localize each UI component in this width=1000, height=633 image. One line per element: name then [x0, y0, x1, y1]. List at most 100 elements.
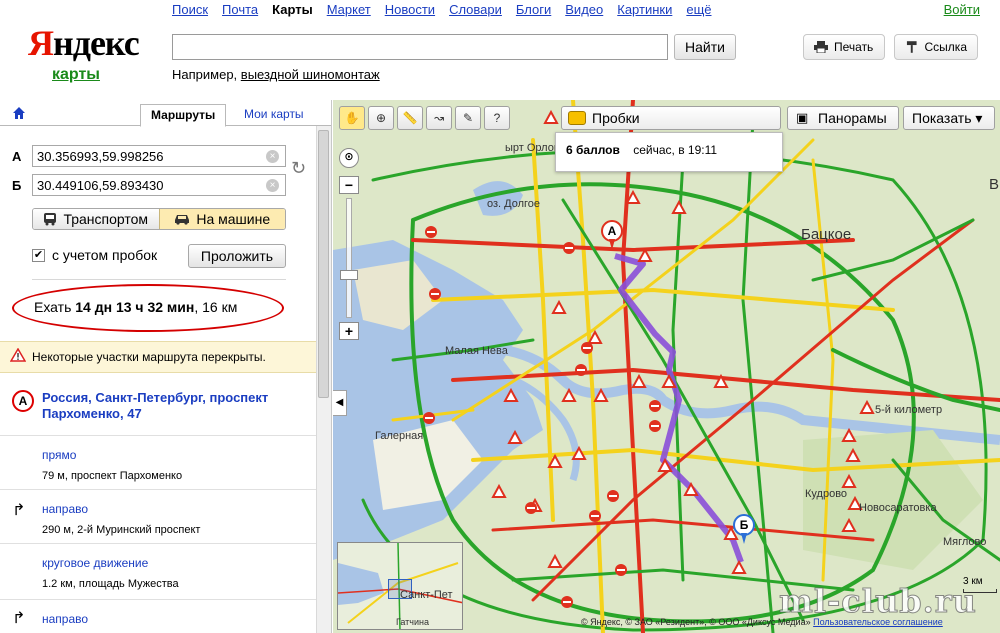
- pin-tail: [609, 239, 615, 250]
- swap-points-icon[interactable]: ↻: [291, 158, 306, 179]
- compass-icon[interactable]: ⊙: [339, 148, 359, 168]
- copyright-text: © Яндекс, © ЗАО «Резидент», © ООО «Диксу…: [581, 617, 811, 627]
- printer-icon: [814, 41, 828, 53]
- hand-tool-button[interactable]: ✋: [339, 106, 365, 130]
- tab-routes[interactable]: Маршруты: [140, 104, 227, 127]
- example-prefix: Например,: [172, 67, 241, 82]
- nav-link-8[interactable]: Картинки: [617, 2, 672, 17]
- step-distance: 79 м, проспект Пархоменко: [42, 470, 183, 482]
- closed-road-sign: [581, 342, 593, 354]
- step-direction[interactable]: круговое движение: [42, 556, 148, 570]
- list-item[interactable]: круговое движение 1.2 км, площадь Мужест…: [0, 544, 316, 600]
- sidebar-tabs: Маршруты Мои карты: [0, 100, 331, 127]
- example-link[interactable]: выездной шиномонтаж: [241, 67, 380, 82]
- tab-my-maps[interactable]: Мои карты: [234, 104, 314, 127]
- from-input[interactable]: [32, 145, 286, 167]
- zoom-control: ⊙ − +: [339, 148, 359, 342]
- clear-from-icon[interactable]: ×: [266, 150, 279, 163]
- nav-link-2[interactable]: Карты: [272, 2, 313, 17]
- sidebar-scroll-thumb[interactable]: [318, 130, 329, 398]
- zoom-out-button[interactable]: −: [339, 176, 359, 194]
- service-name-link[interactable]: карты: [52, 66, 100, 84]
- step-direction[interactable]: направо: [42, 612, 88, 626]
- mode-car-button[interactable]: На машине: [158, 209, 285, 229]
- search-input[interactable]: [172, 34, 668, 60]
- mode-car-label: На машине: [196, 211, 271, 227]
- zoom-slider-knob[interactable]: [340, 270, 358, 280]
- nav-link-5[interactable]: Словари: [449, 2, 502, 17]
- show-layers-dropdown[interactable]: Показать ▾: [903, 106, 995, 130]
- roadwork-sign: [731, 559, 747, 574]
- add-object-button[interactable]: ✎: [455, 106, 481, 130]
- clear-to-icon[interactable]: ×: [266, 179, 279, 192]
- step-distance: 1.2 км, площадь Мужества: [42, 578, 179, 590]
- traffic-checkbox[interactable]: ✔: [32, 249, 45, 262]
- roadwork-sign: [671, 199, 687, 214]
- route-eta: Ехать 14 дн 13 ч 32 мин, 16 км: [34, 299, 237, 315]
- nav-link-4[interactable]: Новости: [385, 2, 435, 17]
- closed-road-sign: [561, 596, 573, 608]
- top-nav: Поиск Почта Карты Маркет Новости Словари Блоги…: [172, 2, 726, 17]
- nav-link-9[interactable]: ещё: [686, 2, 711, 17]
- zoom-area-button[interactable]: ⊕: [368, 106, 394, 130]
- closed-road-sign: [429, 288, 441, 300]
- map-label-novosaratovka: Новосаратовка: [859, 502, 937, 514]
- nav-link-3[interactable]: Маркет: [327, 2, 371, 17]
- nav-link-7[interactable]: Видео: [565, 2, 603, 17]
- traffic-checkbox-label: с учетом пробок: [52, 247, 158, 263]
- map-toolbar: ✋ ⊕ 📏 ↝ ✎ ?: [339, 106, 510, 130]
- user-agreement-link[interactable]: Пользовательское соглашение: [813, 617, 943, 627]
- yandex-logo[interactable]: Яндекс: [28, 22, 140, 64]
- start-address-link[interactable]: Россия, Санкт-Петербург, проспект Пархом…: [42, 390, 304, 422]
- traffic-toggle-button[interactable]: Пробки: [561, 106, 781, 130]
- traffic-label: Пробки: [592, 110, 640, 126]
- traffic-time: сейчас, в 19:11: [633, 143, 718, 157]
- roadwork-sign: [551, 299, 567, 314]
- route-start-pin[interactable]: А: [601, 220, 623, 250]
- overview-minimap[interactable]: Санкт-Пет Гатчина: [337, 542, 463, 630]
- logo-letter: Я: [28, 23, 54, 63]
- mode-transit-button[interactable]: Транспортом: [33, 209, 159, 229]
- watermark: ml-club.ru: [779, 582, 977, 621]
- eta-time: 14 дн 13 ч 32 мин: [75, 299, 195, 315]
- road-ns-4: [671, 158, 685, 582]
- step-direction[interactable]: направо: [42, 502, 88, 516]
- search-button[interactable]: Найти: [674, 34, 736, 60]
- what-here-button[interactable]: ?: [484, 106, 510, 130]
- nav-link-6[interactable]: Блоги: [516, 2, 551, 17]
- nav-link-0[interactable]: Поиск: [172, 2, 208, 17]
- from-label: А: [12, 149, 22, 164]
- route-sidebar: Маршруты Мои карты А × Б × ↻ Транспортом…: [0, 100, 332, 633]
- closed-road-sign: [615, 564, 627, 576]
- home-icon[interactable]: [12, 106, 26, 120]
- list-item[interactable]: прямо 79 м, проспект Пархоменко: [0, 436, 316, 490]
- roadwork-sign: [637, 247, 653, 262]
- turn-right-icon: ↱: [12, 502, 26, 519]
- transport-mode-switch: Транспортом На машине: [32, 208, 286, 230]
- panorama-label: Панорамы: [818, 110, 887, 126]
- build-route-button[interactable]: Проложить: [188, 244, 286, 268]
- roadwork-sign: [491, 483, 507, 498]
- pin-icon: [906, 41, 917, 53]
- traffic-light-icon: [568, 111, 586, 125]
- closed-road-sign: [575, 364, 587, 376]
- list-item[interactable]: ↱ направо: [0, 600, 316, 633]
- print-button[interactable]: Печать: [803, 34, 885, 60]
- road-east-1: [831, 348, 1000, 412]
- panorama-button[interactable]: ▣ Панорамы: [787, 106, 899, 130]
- route-tool-button[interactable]: ↝: [426, 106, 452, 130]
- link-button[interactable]: Ссылка: [894, 34, 978, 60]
- ruler-button[interactable]: 📏: [397, 106, 423, 130]
- zoom-in-button[interactable]: +: [339, 322, 359, 340]
- list-item[interactable]: ↱ направо 290 м, 2-й Муринский проспект: [0, 490, 316, 544]
- route-end-pin[interactable]: Б: [733, 514, 755, 544]
- collapse-sidebar-button[interactable]: ◀: [333, 390, 347, 416]
- route-warning: Некоторые участки маршрута перекрыты.: [0, 341, 316, 373]
- map-view[interactable]: ырт Орловский оз. Долгое Бацкое Малая Не…: [333, 100, 1000, 633]
- login-link[interactable]: Войти: [944, 2, 980, 17]
- nav-link-1[interactable]: Почта: [222, 2, 258, 17]
- to-input[interactable]: [32, 174, 286, 196]
- closed-road-sign: [525, 502, 537, 514]
- step-direction[interactable]: прямо: [42, 448, 76, 462]
- zoom-rail[interactable]: [346, 198, 352, 318]
